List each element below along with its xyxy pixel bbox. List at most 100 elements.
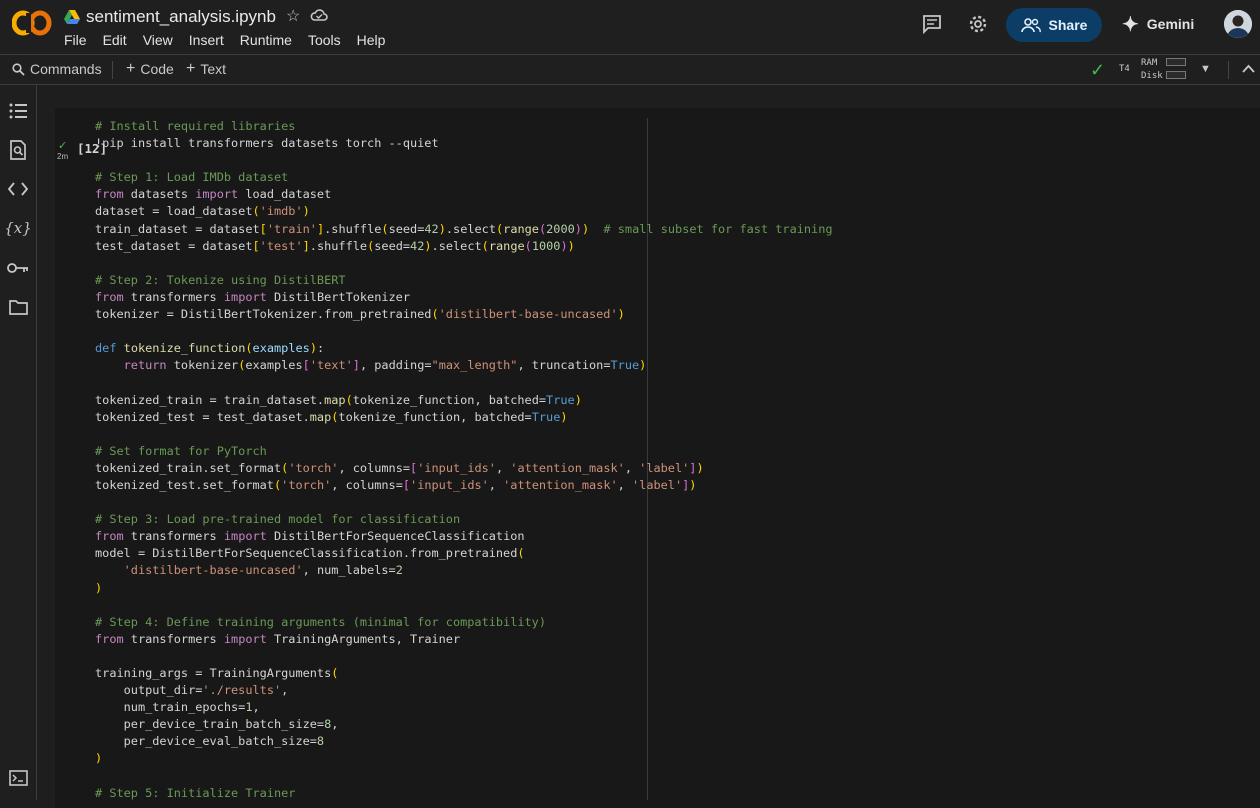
- code-line[interactable]: per_device_train_batch_size=8,: [95, 716, 833, 733]
- code-line[interactable]: def tokenize_function(examples):: [95, 340, 833, 357]
- code-token: ): [95, 580, 103, 595]
- code-line[interactable]: [95, 255, 833, 272]
- code-line[interactable]: [95, 768, 833, 785]
- code-token: ,: [617, 477, 632, 492]
- menu-view[interactable]: View: [143, 32, 173, 48]
- code-line[interactable]: num_train_epochs=1,: [95, 699, 833, 716]
- code-token: 2: [395, 563, 403, 578]
- code-line[interactable]: output_dir='./results',: [95, 682, 833, 699]
- code-line[interactable]: !pip install transformers datasets torch…: [95, 135, 833, 152]
- code-token: ,: [281, 683, 289, 698]
- code-editor[interactable]: # Install required libraries !pip install…: [95, 118, 833, 802]
- code-line[interactable]: # Install required libraries: [95, 118, 833, 135]
- code-token: # Step 2: Tokenize using DistilBERT: [95, 272, 346, 287]
- code-line[interactable]: 'distilbert-base-uncased', num_labels=2: [95, 562, 833, 579]
- menu-runtime[interactable]: Runtime: [240, 32, 292, 48]
- code-token: , truncation=: [517, 358, 611, 373]
- code-token: ): [696, 460, 704, 475]
- code-token: examples: [245, 358, 303, 373]
- runtime-type[interactable]: T4: [1119, 64, 1130, 74]
- code-token: from: [95, 631, 124, 646]
- code-line[interactable]: # Step 3: Load pre-trained model for cla…: [95, 511, 833, 528]
- code-line[interactable]: [95, 426, 833, 443]
- menu-tools[interactable]: Tools: [308, 32, 341, 48]
- code-line[interactable]: from transformers import DistilBertToken…: [95, 289, 833, 306]
- code-line[interactable]: tokenizer = DistilBertTokenizer.from_pre…: [95, 306, 833, 323]
- code-line[interactable]: return tokenizer(examples['text'], paddi…: [95, 357, 833, 374]
- code-line[interactable]: dataset = load_dataset('imdb'): [95, 203, 833, 220]
- code-line[interactable]: [95, 374, 833, 391]
- code-token: from: [95, 187, 124, 202]
- colab-logo-icon[interactable]: [12, 9, 52, 37]
- cloud-saved-icon[interactable]: [310, 8, 329, 26]
- comments-icon[interactable]: [920, 12, 944, 36]
- code-token: dataset = load_dataset: [95, 204, 253, 219]
- code-line[interactable]: tokenized_train = train_dataset.map(toke…: [95, 392, 833, 409]
- menu-bar: File Edit View Insert Runtime Tools Help: [64, 32, 401, 48]
- secrets-key-icon[interactable]: [7, 257, 29, 279]
- code-line[interactable]: ): [95, 750, 833, 767]
- code-line[interactable]: test_dataset = dataset['test'].shuffle (s…: [95, 238, 833, 255]
- connected-check-icon[interactable]: ✓: [1090, 60, 1105, 81]
- code-line[interactable]: [95, 152, 833, 169]
- notebook-title[interactable]: sentiment_analysis.ipynb: [86, 7, 276, 27]
- menu-edit[interactable]: Edit: [103, 32, 127, 48]
- code-token: ,: [624, 460, 640, 475]
- code-token: tokenize_function, batched=: [338, 409, 532, 424]
- gemini-sparkle-icon: ✦: [1122, 13, 1139, 36]
- code-token: num_train_epochs=: [95, 700, 246, 715]
- code-line[interactable]: [95, 323, 833, 340]
- code-line[interactable]: [95, 597, 833, 614]
- run-success-check-icon[interactable]: ✓: [58, 139, 67, 152]
- gemini-button[interactable]: ✦ Gemini: [1122, 12, 1194, 36]
- code-line[interactable]: ): [95, 580, 833, 597]
- add-text-button[interactable]: + Text: [186, 61, 226, 78]
- menu-help[interactable]: Help: [357, 32, 386, 48]
- code-line[interactable]: # Step 4: Define training arguments (min…: [95, 614, 833, 631]
- resource-labels[interactable]: RAM Disk: [1141, 57, 1163, 83]
- user-avatar[interactable]: [1224, 10, 1252, 38]
- variables-icon[interactable]: {x}: [4, 217, 32, 239]
- code-token: ): [639, 358, 647, 373]
- code-line[interactable]: # Step 1: Load IMDb dataset: [95, 169, 833, 186]
- files-folder-icon[interactable]: [7, 296, 29, 318]
- code-line[interactable]: training_args = TrainingArguments(: [95, 665, 833, 682]
- code-line[interactable]: model = DistilBertForSequenceClassificat…: [95, 545, 833, 562]
- code-line[interactable]: tokenized_train.set_format('torch', colu…: [95, 460, 833, 477]
- resources-dropdown-icon[interactable]: ▼: [1200, 63, 1211, 75]
- code-token: examples: [252, 341, 310, 356]
- add-code-label: Code: [140, 61, 174, 77]
- chevron-up-icon[interactable]: [1242, 61, 1255, 77]
- commands-button[interactable]: Commands: [12, 61, 102, 77]
- code-line[interactable]: [95, 494, 833, 511]
- code-token: seed=: [374, 238, 411, 253]
- code-line[interactable]: # Step 2: Tokenize using DistilBERT: [95, 272, 833, 289]
- code-token: ,: [488, 477, 504, 492]
- code-line[interactable]: tokenized_test.set_format('torch', colum…: [95, 477, 833, 494]
- star-icon[interactable]: ☆: [286, 9, 300, 25]
- terminal-icon[interactable]: [7, 767, 29, 789]
- add-code-button[interactable]: + Code: [126, 61, 174, 78]
- settings-gear-icon[interactable]: [966, 12, 990, 36]
- menu-insert[interactable]: Insert: [189, 32, 224, 48]
- code-token: [: [402, 477, 411, 492]
- toc-icon[interactable]: [7, 100, 29, 122]
- menu-file[interactable]: File: [64, 32, 87, 48]
- code-token: 1000: [531, 238, 561, 253]
- code-line[interactable]: tokenized_test = test_dataset.map(tokeni…: [95, 409, 833, 426]
- code-token: True: [531, 409, 561, 424]
- code-line[interactable]: from datasets import load_dataset: [95, 186, 833, 203]
- find-icon[interactable]: [7, 139, 29, 161]
- code-line[interactable]: # Step 5: Initialize Trainer: [95, 785, 833, 802]
- code-line[interactable]: # Set format for PyTorch: [95, 443, 833, 460]
- code-snippets-icon[interactable]: [7, 178, 29, 200]
- code-line[interactable]: from transformers import TrainingArgumen…: [95, 631, 833, 648]
- code-line[interactable]: train_dataset = dataset['train'].shuffle…: [95, 221, 833, 238]
- code-line[interactable]: from transformers import DistilBertForSe…: [95, 528, 833, 545]
- code-line[interactable]: per_device_eval_batch_size=8: [95, 733, 833, 750]
- share-button[interactable]: Share: [1006, 8, 1102, 42]
- code-token: # Step 3: Load pre-trained model for cla…: [95, 512, 461, 527]
- code-line[interactable]: [95, 648, 833, 665]
- code-token: True: [546, 392, 575, 407]
